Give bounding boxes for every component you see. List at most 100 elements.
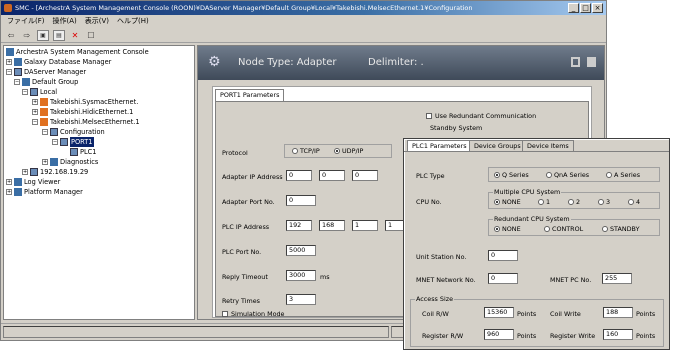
window-controls: _ □ × — [568, 3, 603, 13]
menu-action[interactable]: 操作(A) — [53, 15, 77, 28]
adapter-port-label: Adapter Port No. — [222, 198, 275, 206]
coil-write-field[interactable]: 188 — [603, 307, 633, 318]
tab-port1-parameters[interactable]: PORT1 Parameters — [215, 89, 285, 101]
protocol-udp-radio[interactable]: UDP/IP — [334, 147, 363, 155]
forward-arrow-icon[interactable]: ⇨ — [21, 30, 33, 41]
tab-divider — [404, 151, 669, 152]
collapse-icon[interactable]: − — [6, 69, 12, 75]
show-hide-tree-icon[interactable]: ▤ — [53, 29, 65, 41]
expand-icon[interactable]: + — [32, 109, 38, 115]
tree-item-diagnostics[interactable]: + Diagnostics — [42, 157, 98, 167]
cpu-1-radio[interactable]: 1 — [538, 198, 550, 206]
expand-icon[interactable]: + — [42, 159, 48, 165]
tree-item-hidic[interactable]: + Takebishi.HidicEthernet.1 — [32, 107, 133, 117]
menu-view[interactable]: 表示(V) — [85, 15, 109, 28]
expand-icon[interactable]: + — [6, 59, 12, 65]
register-write-unit: Points — [636, 332, 656, 340]
up-folder-icon[interactable]: ▣ — [37, 29, 49, 41]
cpu-none-radio[interactable]: NONE — [494, 198, 521, 206]
properties-icon[interactable]: ☐ — [85, 30, 97, 41]
tree-item-log-viewer[interactable]: + Log Viewer — [6, 177, 60, 187]
mnet-network-field[interactable]: 0 — [488, 273, 518, 284]
checkbox-box[interactable] — [426, 113, 432, 119]
status-cell-main — [3, 326, 389, 338]
plc-type-qna-series-radio[interactable]: QnA Series — [546, 171, 589, 179]
plc-ip-octet-2[interactable]: 168 — [319, 220, 345, 231]
coil-rw-unit: Points — [517, 310, 537, 318]
plc-ip-octet-3[interactable]: 1 — [352, 220, 378, 231]
cpu-2-radio[interactable]: 2 — [568, 198, 580, 206]
revert-icon[interactable] — [587, 57, 596, 67]
tree-item-melsec[interactable]: − Takebishi.MelsecEthernet.1 — [32, 117, 140, 127]
collapse-icon[interactable]: − — [42, 129, 48, 135]
protocol-tcp-radio[interactable]: TCP/IP — [292, 147, 320, 155]
tree-item-port1[interactable]: − PORT1 — [52, 137, 94, 147]
checkbox-box[interactable] — [222, 311, 228, 317]
redundant-none-radio[interactable]: NONE — [494, 225, 521, 233]
tree-item-ip-node[interactable]: + 192.168.19.29 — [22, 167, 88, 177]
plc-type-q-series-radio[interactable]: Q Series — [494, 171, 529, 179]
register-write-label: Register Write — [550, 332, 596, 340]
mnet-pc-label: MNET PC No. — [550, 276, 592, 284]
menu-help[interactable]: ヘルプ(H) — [117, 15, 149, 28]
tree-item-local[interactable]: − Local — [22, 87, 57, 97]
expand-icon[interactable]: + — [6, 189, 12, 195]
computer-icon — [30, 88, 38, 96]
use-redundant-checkbox[interactable]: Use Redundant Communication — [426, 112, 536, 120]
plc-port-field[interactable]: 5000 — [286, 245, 316, 256]
coil-rw-field[interactable]: 15360 — [484, 307, 514, 318]
redundant-standby-radio[interactable]: STANDBY — [602, 225, 639, 233]
unit-station-field[interactable]: 0 — [488, 250, 518, 261]
mnet-pc-field[interactable]: 255 — [602, 273, 632, 284]
coil-write-unit: Points — [636, 310, 656, 318]
adapter-ip-octet-2[interactable]: 0 — [319, 170, 345, 181]
adapter-port-field[interactable]: 0 — [286, 195, 316, 206]
collapse-icon[interactable]: − — [14, 79, 20, 85]
plc-ip-octet-4[interactable]: 1 — [385, 220, 405, 231]
minimize-button[interactable]: _ — [568, 3, 579, 13]
toolbar: ⇦ ⇨ ▣ ▤ ✕ ☐ — [1, 28, 606, 43]
cpu-3-radio[interactable]: 3 — [598, 198, 610, 206]
reply-timeout-field[interactable]: 3000 — [286, 270, 316, 281]
tree-item-galaxy[interactable]: + Galaxy Database Manager — [6, 57, 111, 67]
retry-times-field[interactable]: 3 — [286, 294, 316, 305]
menu-file[interactable]: ファイル(F) — [7, 15, 45, 28]
coil-rw-label: Coil R/W — [422, 310, 449, 318]
protocol-label: Protocol — [222, 149, 248, 157]
unit-station-label: Unit Station No. — [416, 253, 467, 261]
close-button[interactable]: × — [592, 3, 603, 13]
redundant-control-radio[interactable]: CONTROL — [544, 225, 583, 233]
tree-item-configuration[interactable]: − Configuration — [42, 127, 105, 137]
node-type-label: Node Type: Adapter — [238, 57, 337, 68]
save-icon[interactable] — [571, 57, 580, 67]
plc-type-label: PLC Type — [416, 172, 445, 180]
collapse-icon[interactable]: − — [32, 119, 38, 125]
back-arrow-icon[interactable]: ⇦ — [5, 30, 17, 41]
tree-item-default-group[interactable]: − Default Group — [14, 77, 78, 87]
adapter-ip-octet-3[interactable]: 0 — [352, 170, 378, 181]
register-rw-field[interactable]: 960 — [484, 329, 514, 340]
reply-timeout-unit: ms — [320, 273, 330, 281]
simulation-mode-checkbox[interactable]: Simulation Mode — [222, 310, 284, 318]
tree-item-sysmac[interactable]: + Takebishi.SysmacEthernet. — [32, 97, 138, 107]
expand-icon[interactable]: + — [32, 99, 38, 105]
tree-item-root[interactable]: ArchestrA System Management Console — [6, 47, 149, 57]
maximize-button[interactable]: □ — [580, 3, 591, 13]
tree-item-plc1[interactable]: PLC1 — [70, 147, 96, 157]
expand-icon[interactable]: + — [6, 179, 12, 185]
tree-item-daserver[interactable]: − DAServer Manager — [6, 67, 86, 77]
collapse-icon[interactable]: − — [22, 89, 28, 95]
multiple-cpu-title: Multiple CPU System — [493, 188, 562, 196]
expand-icon[interactable]: + — [22, 169, 28, 175]
plc-type-a-series-radio[interactable]: A Series — [606, 171, 640, 179]
tree-item-platform-manager[interactable]: + Platform Manager — [6, 187, 83, 197]
delete-icon[interactable]: ✕ — [69, 30, 81, 41]
adapter-ip-octet-1[interactable]: 0 — [286, 170, 312, 181]
console-icon — [6, 48, 14, 56]
diagnostics-icon — [50, 158, 58, 166]
cpu-4-radio[interactable]: 4 — [628, 198, 640, 206]
register-write-field[interactable]: 160 — [603, 329, 633, 340]
delimiter-label: Delimiter: . — [368, 57, 424, 68]
collapse-icon[interactable]: − — [52, 139, 58, 145]
plc-ip-octet-1[interactable]: 192 — [286, 220, 312, 231]
